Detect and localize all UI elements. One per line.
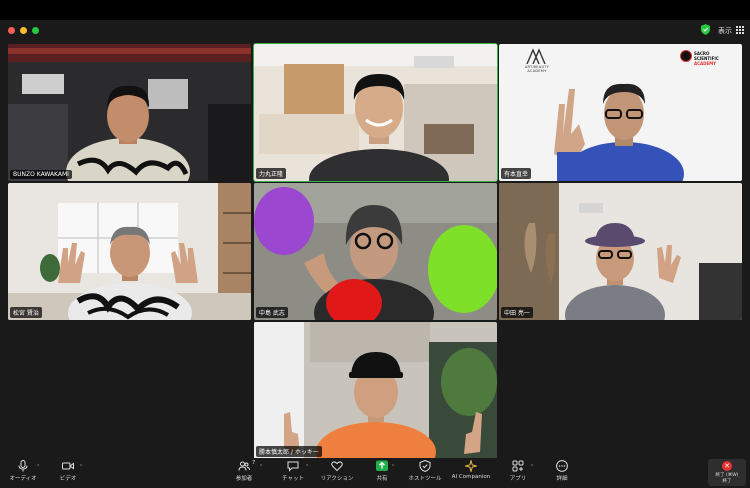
apps-options-chevron-icon[interactable]: ⌃ — [530, 464, 534, 470]
chat-label: チャット — [282, 476, 304, 482]
apps-button[interactable]: アプリ — [507, 460, 529, 488]
audio-label: オーディオ — [9, 476, 37, 482]
share-screen-icon — [376, 460, 388, 471]
participants-options-chevron-icon[interactable]: ⌃ — [259, 464, 263, 470]
participants-icon — [238, 461, 250, 471]
audio-button[interactable]: オーディオ — [9, 460, 37, 488]
chat-options-chevron-icon[interactable]: ⌃ — [305, 464, 309, 470]
meeting-toolbar: オーディオ ⌃ ビデオ ⌃ 参加者 7 ⌃ チャット ⌃ リアクション 共有 ⌃… — [0, 458, 750, 488]
ai-companion-button[interactable]: AI Companion — [449, 460, 493, 488]
participant-name: 松宮 賢治 — [10, 307, 42, 318]
heart-reaction-icon — [331, 461, 343, 472]
more-icon — [556, 460, 568, 472]
logo-emblem-icon — [680, 50, 692, 62]
microphone-icon — [18, 460, 28, 472]
shield-icon — [419, 460, 431, 472]
ai-companion-label: AI Companion — [451, 474, 491, 480]
video-feed — [254, 44, 497, 181]
participant-name: 有本直幸 — [501, 168, 532, 179]
video-feed — [254, 322, 497, 459]
academy-logo-mark-icon — [526, 48, 546, 64]
video-feed — [499, 183, 742, 320]
participant-name: 力丸正隆 — [256, 168, 287, 179]
apps-icon — [512, 460, 524, 472]
participant-name: 中島 武志 — [256, 307, 288, 318]
audio-options-chevron-icon[interactable]: ⌃ — [36, 464, 40, 470]
window-title-bar: 表示 — [0, 20, 750, 42]
chat-icon — [287, 461, 299, 472]
shield-check-icon[interactable] — [701, 24, 710, 35]
view-menu-label[interactable]: 表示 — [718, 26, 732, 36]
participant-name: BUNZO KAWAKAMI — [10, 170, 72, 179]
participant-tile[interactable]: ART-BEAUTY ACADEMY SACRO SCIENTIFIC ACAD… — [499, 44, 742, 181]
end-label: 終了 — [722, 479, 732, 484]
more-label: 詳細 — [556, 476, 568, 482]
end-meeting-button[interactable]: ✕ 終了 (⌘W) 終了 — [708, 459, 746, 486]
participants-label: 参加者 — [235, 476, 253, 482]
close-window-button[interactable] — [8, 27, 15, 34]
logo-text: ART-BEAUTY ACADEMY — [524, 65, 550, 73]
video-feed — [8, 183, 251, 320]
host-tools-button[interactable]: ホストツール — [405, 460, 445, 488]
participant-tile[interactable]: BUNZO KAWAKAMI — [8, 44, 251, 181]
host-tools-label: ホストツール — [408, 476, 442, 482]
share-options-chevron-icon[interactable]: ⌃ — [391, 464, 395, 470]
video-gallery: BUNZO KAWAKAMI 力丸正隆 ART-BEAUTY ACADEMY S… — [0, 42, 750, 459]
participant-name: 勝本慎太郎 / ホッキー — [256, 446, 322, 457]
chat-button[interactable]: チャット — [280, 460, 306, 488]
participant-tile[interactable]: 中田 亮一 — [499, 183, 742, 320]
more-button[interactable]: 詳細 — [551, 460, 573, 488]
video-options-chevron-icon[interactable]: ⌃ — [79, 464, 83, 470]
minimize-window-button[interactable] — [20, 27, 27, 34]
logo-text: SACRO SCIENTIFIC ACADEMY — [694, 51, 719, 66]
video-camera-icon — [62, 462, 74, 470]
academy-logo-right: SACRO SCIENTIFIC ACADEMY — [680, 49, 740, 66]
participant-tile[interactable]: 中島 武志 — [254, 183, 497, 320]
share-label: 共有 — [376, 476, 388, 482]
participant-tile-active-speaker[interactable]: 力丸正隆 — [253, 43, 498, 182]
video-feed — [8, 44, 251, 181]
reactions-button[interactable]: リアクション — [320, 460, 354, 488]
sparkle-icon — [465, 460, 477, 472]
maximize-window-button[interactable] — [32, 27, 39, 34]
video-feed — [254, 183, 497, 320]
close-icon: ✕ — [722, 461, 732, 471]
participant-tile[interactable]: 勝本慎太郎 / ホッキー — [254, 322, 497, 459]
video-button[interactable]: ビデオ — [56, 460, 80, 488]
video-label: ビデオ — [59, 476, 77, 482]
participant-tile[interactable]: 松宮 賢治 — [8, 183, 251, 320]
reactions-label: リアクション — [320, 476, 354, 482]
share-screen-button[interactable]: 共有 — [372, 460, 392, 488]
apps-label: アプリ — [509, 476, 527, 482]
grid-view-icon[interactable] — [736, 26, 744, 34]
macos-menu-bar — [0, 0, 750, 20]
participant-count: 7 — [252, 460, 256, 466]
academy-logo-left: ART-BEAUTY ACADEMY — [517, 48, 557, 76]
participant-name: 中田 亮一 — [501, 307, 533, 318]
